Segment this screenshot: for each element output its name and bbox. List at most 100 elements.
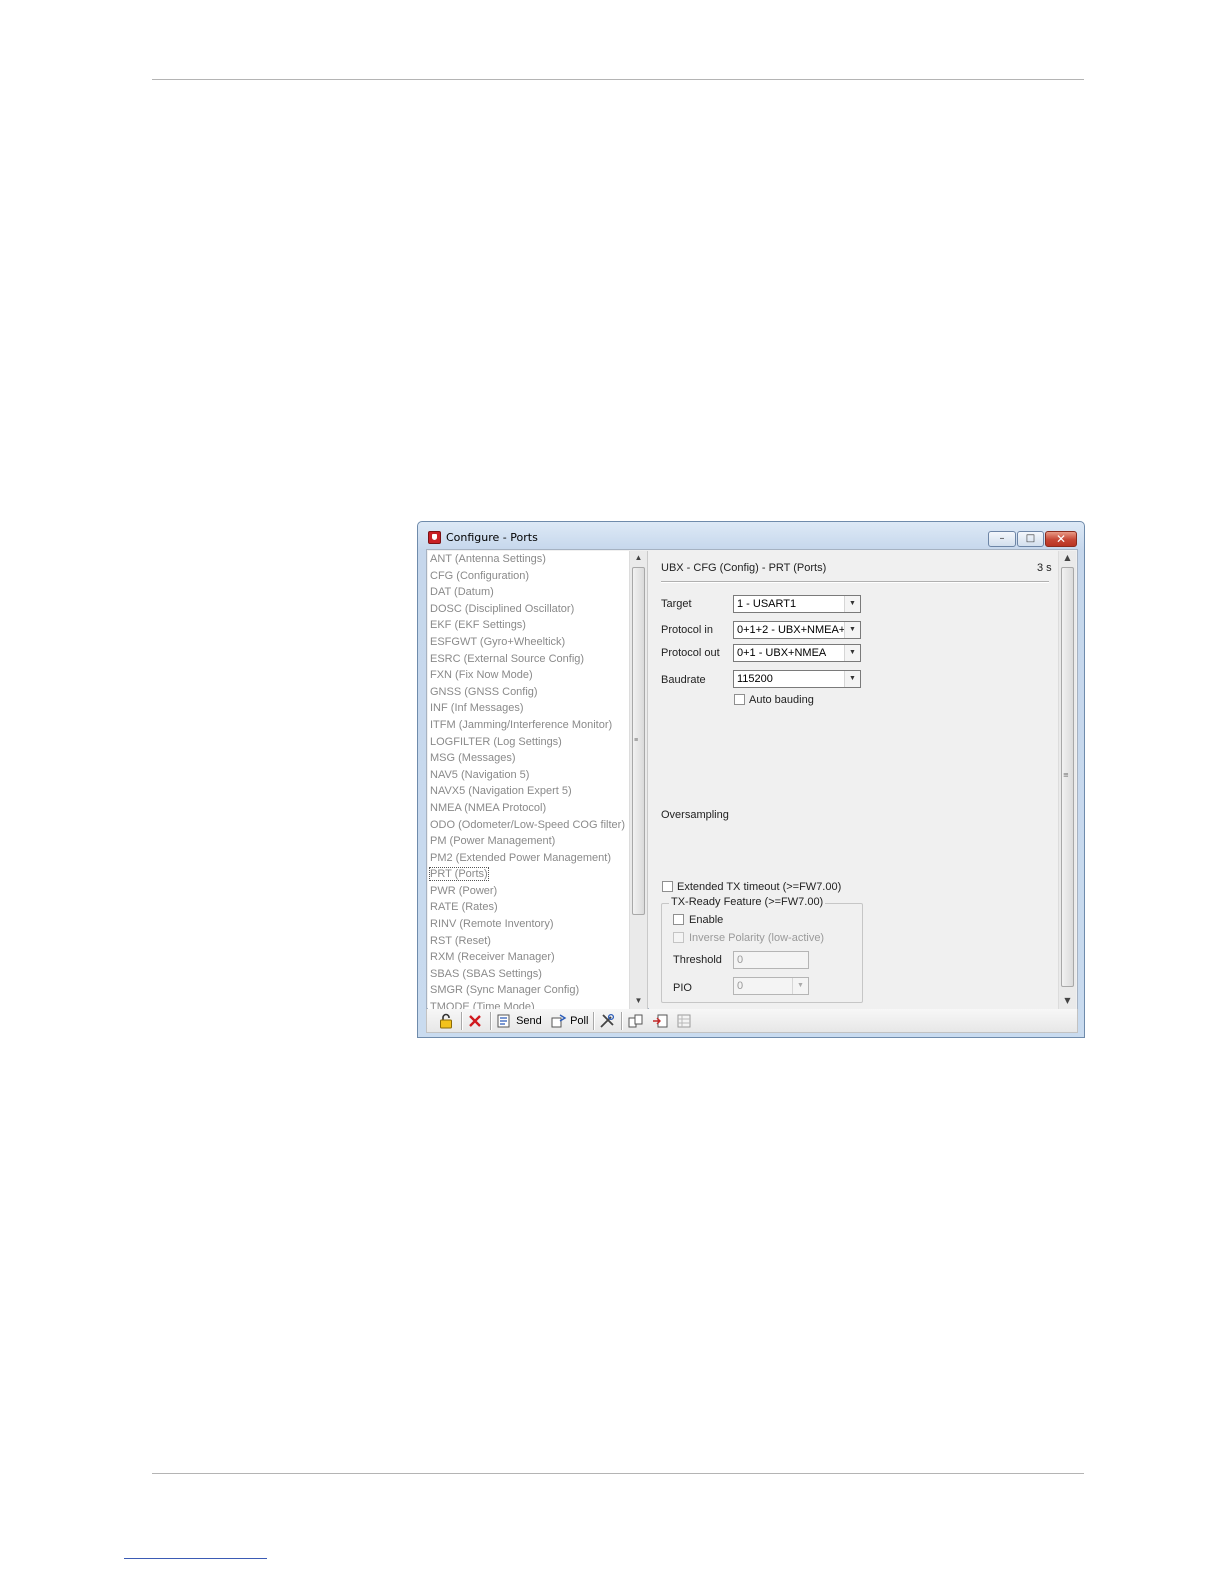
lock-button[interactable] <box>439 1012 453 1030</box>
chevron-down-icon[interactable]: ▼ <box>844 645 860 661</box>
settings-panel: UBX - CFG (Config) - PRT (Ports) 3 s Tar… <box>649 551 1077 1010</box>
sheet-button[interactable] <box>677 1012 691 1030</box>
list-item[interactable]: SBAS (SBAS Settings) <box>428 966 647 983</box>
list-item[interactable]: NAVX5 (Navigation Expert 5) <box>428 783 647 800</box>
copy-icon <box>628 1014 643 1028</box>
enable-checkbox[interactable] <box>673 914 684 925</box>
copy-button[interactable] <box>628 1012 644 1030</box>
protocol-out-value: 0+1 - UBX+NMEA <box>737 647 827 659</box>
protocol-in-label: Protocol in <box>661 624 713 636</box>
scroll-up-arrow-icon[interactable]: ▲ <box>630 551 647 565</box>
list-item-label: RXM (Receiver Manager) <box>430 951 555 964</box>
page-header-rule <box>152 79 1084 80</box>
list-item-label: NMEA (NMEA Protocol) <box>430 801 547 814</box>
extended-tx-timeout-label[interactable]: Extended TX timeout (>=FW7.00) <box>677 881 841 893</box>
list-item[interactable]: CFG (Configuration) <box>428 568 647 585</box>
list-item[interactable]: MSG (Messages) <box>428 750 647 767</box>
extended-tx-timeout-checkbox[interactable] <box>662 881 673 892</box>
list-item[interactable]: PM (Power Management) <box>428 833 647 850</box>
scroll-down-arrow-icon[interactable]: ▼ <box>1059 994 1076 1008</box>
scroll-grip-icon: ≡ <box>1063 771 1069 779</box>
list-item[interactable]: PWR (Power) <box>428 883 647 900</box>
tools-button[interactable] <box>599 1012 615 1030</box>
list-item-label: INF (Inf Messages) <box>430 702 524 715</box>
poll-button[interactable]: Poll <box>551 1012 588 1030</box>
list-item[interactable]: ESFGWT (Gyro+Wheeltick) <box>428 634 647 651</box>
list-item[interactable]: DOSC (Disciplined Oscillator) <box>428 601 647 618</box>
pio-select[interactable]: 0 ▼ <box>733 977 809 995</box>
bottom-toolbar: Send Poll <box>426 1009 1078 1033</box>
minimize-button[interactable]: – <box>988 531 1016 547</box>
inverse-polarity-label[interactable]: Inverse Polarity (low-active) <box>689 932 824 944</box>
chevron-down-icon[interactable]: ▼ <box>844 622 860 638</box>
threshold-input[interactable]: 0 <box>733 951 809 969</box>
protocol-out-select[interactable]: 0+1 - UBX+NMEA ▼ <box>733 644 861 662</box>
import-arrow-icon <box>653 1014 668 1028</box>
list-item[interactable]: EKF (EKF Settings) <box>428 617 647 634</box>
send-icon <box>497 1014 510 1028</box>
list-item[interactable]: RXM (Receiver Manager) <box>428 949 647 966</box>
inverse-polarity-checkbox[interactable] <box>673 932 684 943</box>
list-item[interactable]: SMGR (Sync Manager Config) <box>428 982 647 999</box>
list-item[interactable]: ODO (Odometer/Low-Speed COG filter) <box>428 817 647 834</box>
list-item[interactable]: DAT (Datum) <box>428 584 647 601</box>
oversampling-label: Oversampling <box>661 809 729 821</box>
list-item-label: DOSC (Disciplined Oscillator) <box>430 602 575 615</box>
list-item-label: LOGFILTER (Log Settings) <box>430 735 562 748</box>
message-list[interactable]: ANT (Antenna Settings) CFG (Configuration… <box>428 551 648 1010</box>
list-item[interactable]: FXN (Fix Now Mode) <box>428 667 647 684</box>
list-item-label: SMGR (Sync Manager Config) <box>430 984 580 997</box>
panel-age: 3 s <box>1037 562 1052 574</box>
lock-icon <box>440 1013 452 1029</box>
client-area: ANT (Antenna Settings) CFG (Configuration… <box>426 549 1078 1010</box>
auto-bauding-checkbox[interactable] <box>734 694 745 705</box>
configure-window: Configure - Ports – □ ✕ ANT (Antenna Set… <box>417 521 1085 1038</box>
chevron-down-icon[interactable]: ▼ <box>844 596 860 612</box>
list-item[interactable]: RST (Reset) <box>428 933 647 950</box>
close-button[interactable]: ✕ <box>1045 531 1077 547</box>
target-select[interactable]: 1 - USART1 ▼ <box>733 595 861 613</box>
send-button[interactable]: Send <box>497 1012 542 1030</box>
list-item-label: GNSS (GNSS Config) <box>430 685 538 698</box>
red-x-icon <box>469 1015 481 1027</box>
chevron-down-icon[interactable]: ▼ <box>844 671 860 687</box>
import-button[interactable] <box>652 1012 668 1030</box>
panel-scrollbar[interactable]: ▲ ≡ ▼ <box>1058 551 1076 1010</box>
auto-bauding-label[interactable]: Auto bauding <box>749 694 814 706</box>
list-item[interactable]: PRT (Ports) <box>428 866 647 883</box>
tools-icon <box>600 1014 615 1028</box>
list-item-label: PM2 (Extended Power Management) <box>430 851 611 864</box>
list-item[interactable]: NMEA (NMEA Protocol) <box>428 800 647 817</box>
list-item[interactable]: GNSS (GNSS Config) <box>428 684 647 701</box>
list-item[interactable]: INF (Inf Messages) <box>428 700 647 717</box>
scroll-up-arrow-icon[interactable]: ▲ <box>1059 551 1076 565</box>
window-title: Configure - Ports <box>446 531 538 544</box>
chevron-down-icon[interactable]: ▼ <box>792 978 808 994</box>
maximize-button[interactable]: □ <box>1017 531 1044 547</box>
baudrate-select[interactable]: 115200 ▼ <box>733 670 861 688</box>
delete-button[interactable] <box>468 1012 482 1030</box>
poll-label: Poll <box>570 1015 589 1027</box>
list-item[interactable]: LOGFILTER (Log Settings) <box>428 734 647 751</box>
baudrate-value: 115200 <box>737 673 773 685</box>
message-list-scrollbar[interactable]: ▲ ≡ ▼ <box>629 551 647 1010</box>
list-item[interactable]: PM2 (Extended Power Management) <box>428 850 647 867</box>
pio-value: 0 <box>737 980 744 992</box>
list-item-label: ESFGWT (Gyro+Wheeltick) <box>430 635 566 648</box>
list-item-label: RST (Reset) <box>430 934 491 947</box>
list-item-label: RATE (Rates) <box>430 901 498 914</box>
list-item[interactable]: RATE (Rates) <box>428 899 647 916</box>
pio-label: PIO <box>673 982 692 994</box>
page-footer-rule <box>152 1473 1084 1474</box>
list-item-label: PM (Power Management) <box>430 835 556 848</box>
enable-label[interactable]: Enable <box>689 914 723 926</box>
list-item[interactable]: ITFM (Jamming/Interference Monitor) <box>428 717 647 734</box>
protocol-in-select[interactable]: 0+1+2 - UBX+NMEA+RTCM ▼ <box>733 621 861 639</box>
list-item[interactable]: NAV5 (Navigation 5) <box>428 767 647 784</box>
list-item-label: ITFM (Jamming/Interference Monitor) <box>430 718 613 731</box>
list-item[interactable]: ANT (Antenna Settings) <box>428 551 647 568</box>
title-bar[interactable]: Configure - Ports – □ ✕ <box>418 522 1084 550</box>
list-item[interactable]: ESRC (External Source Config) <box>428 651 647 668</box>
list-item[interactable]: RINV (Remote Inventory) <box>428 916 647 933</box>
scroll-down-arrow-icon[interactable]: ▼ <box>630 994 647 1008</box>
